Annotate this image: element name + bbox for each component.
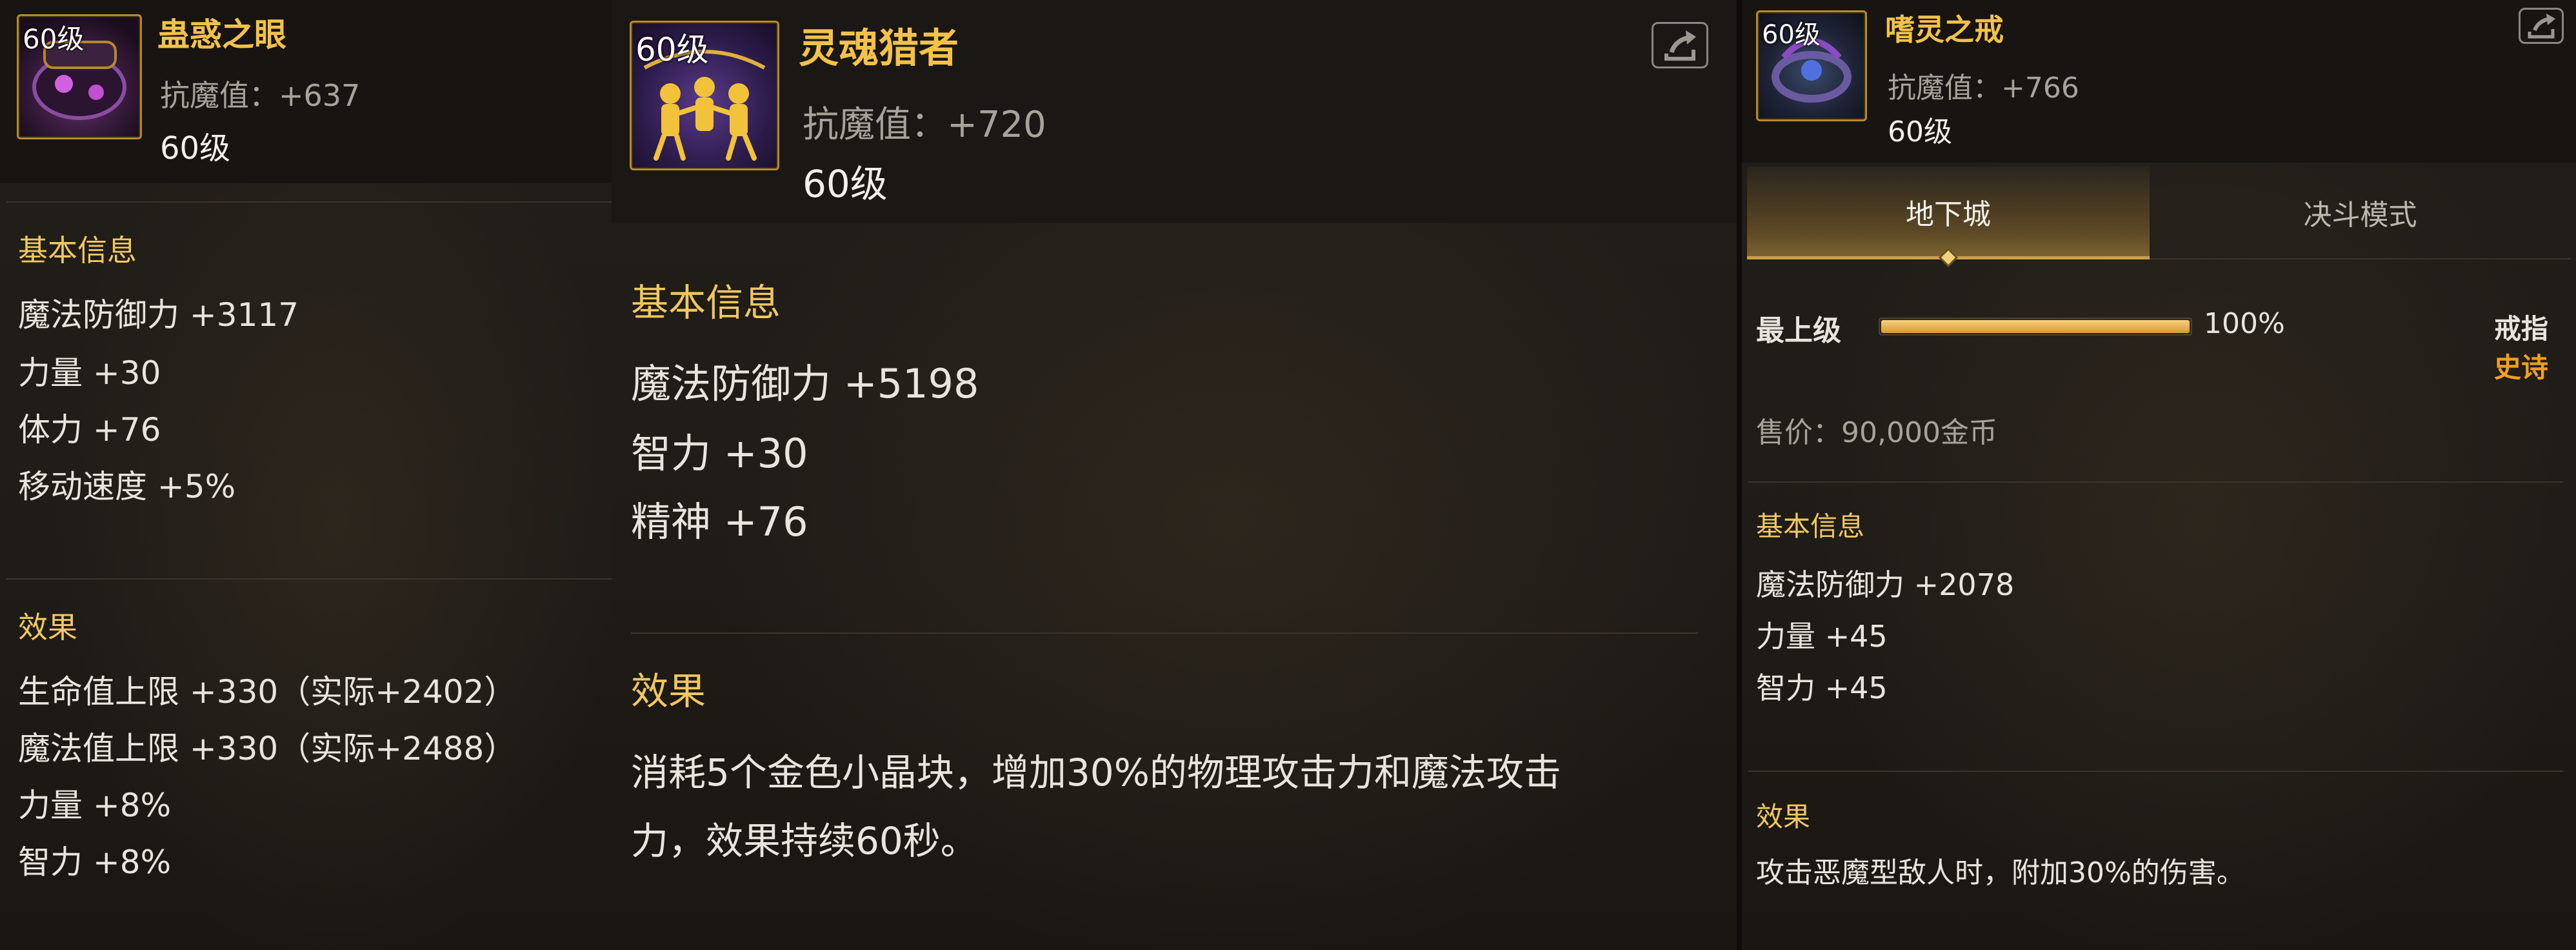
item-tooltip-eye-of-bewitchment: 60级 蛊惑之眼 抗魔值：+637 60级 基本信息 魔法防御力 +3117 力… xyxy=(0,0,612,950)
magic-resist-value: 抗魔值：+637 xyxy=(160,78,361,113)
required-level: 60级 xyxy=(1888,116,1952,148)
required-level: 60级 xyxy=(803,162,888,206)
grade-progress-fill xyxy=(1881,320,2190,333)
item-name: 蛊惑之眼 xyxy=(157,16,286,54)
tooltip-header xyxy=(612,0,1737,223)
effect-line: 魔法值上限 +330（实际+2488） xyxy=(18,730,517,767)
share-export-icon xyxy=(1664,30,1696,61)
effect-title: 效果 xyxy=(1756,801,1811,833)
item-name: 灵魂猎者 xyxy=(799,25,959,72)
stat-line: 移动速度 +5% xyxy=(18,468,236,505)
rarity-label: 史诗 xyxy=(2494,352,2549,383)
stat-line: 力量 +45 xyxy=(1756,619,1888,654)
section-divider xyxy=(1748,771,2563,772)
effect-title: 效果 xyxy=(631,669,706,713)
item-level-tag: 60级 xyxy=(23,23,85,55)
magic-resist-value: 抗魔值：+720 xyxy=(803,104,1046,146)
effect-line: 生命值上限 +330（实际+2402） xyxy=(18,673,517,711)
stat-line: 魔法防御力 +3117 xyxy=(18,296,299,334)
active-tab-marker-icon xyxy=(1939,248,1958,267)
sell-price: 售价：90,000金币 xyxy=(1756,416,1997,449)
tab-dungeon[interactable]: 地下城 xyxy=(1747,167,2150,259)
item-icon-eye: 60级 xyxy=(17,14,142,139)
item-icon-ring: 60级 xyxy=(1756,10,1867,121)
effect-line: 智力 +8% xyxy=(18,844,172,881)
panel-gap xyxy=(1737,0,1742,950)
stat-line: 魔法防御力 +2078 xyxy=(1756,567,2015,602)
section-divider xyxy=(1748,481,2563,483)
basic-info-title: 基本信息 xyxy=(631,281,781,325)
tab-label: 决斗模式 xyxy=(2303,199,2417,232)
item-name: 嗜灵之戒 xyxy=(1885,12,2004,47)
item-tooltip-soul-hunter: 60级 灵魂猎者 抗魔值：+720 60级 基本信息 魔法防御力 +5198 智… xyxy=(612,0,1737,950)
grade-percent: 100% xyxy=(2204,307,2285,340)
basic-info-title: 基本信息 xyxy=(18,233,137,268)
required-level: 60级 xyxy=(160,130,231,167)
basic-info-title: 基本信息 xyxy=(1756,510,1865,542)
tab-duel-mode[interactable]: 决斗模式 xyxy=(2150,167,2571,259)
item-tooltip-soul-ring: 60级 嗜灵之戒 抗魔值：+766 60级 地下城 决斗模式 最上级 100% … xyxy=(1742,0,2576,950)
effect-text: 攻击恶魔型敌人时，附加30%的伤害。 xyxy=(1756,856,2245,889)
stat-line: 体力 +76 xyxy=(18,411,161,449)
effect-title: 效果 xyxy=(18,610,77,645)
stat-line: 力量 +30 xyxy=(18,354,161,392)
effect-text-line: 力，效果持续60秒。 xyxy=(631,819,978,863)
tab-label: 地下城 xyxy=(1906,197,1991,231)
stat-line: 魔法防御力 +5198 xyxy=(631,360,979,407)
magic-resist-value: 抗魔值：+766 xyxy=(1888,72,2079,105)
grade-label: 最上级 xyxy=(1756,314,1841,347)
section-divider xyxy=(6,578,612,580)
grade-progress-bar xyxy=(1879,318,2192,336)
stat-line: 智力 +45 xyxy=(1756,671,1888,705)
section-divider xyxy=(631,632,1698,634)
effect-text-line: 消耗5个金色小晶块，增加30%的物理攻击力和魔法攻击 xyxy=(631,751,1561,794)
export-button[interactable] xyxy=(2519,8,2564,44)
stat-line: 智力 +30 xyxy=(631,430,808,477)
stat-line: 精神 +76 xyxy=(631,498,808,545)
item-level-tag: 60级 xyxy=(1762,20,1821,50)
item-level-tag: 60级 xyxy=(635,31,709,68)
effect-line: 力量 +8% xyxy=(18,787,172,824)
export-button[interactable] xyxy=(1652,22,1708,68)
item-icon-soul-hunter: 60级 xyxy=(630,21,779,170)
section-divider xyxy=(6,201,612,203)
share-export-icon xyxy=(2528,14,2555,39)
item-type: 戒指 xyxy=(2494,313,2549,345)
